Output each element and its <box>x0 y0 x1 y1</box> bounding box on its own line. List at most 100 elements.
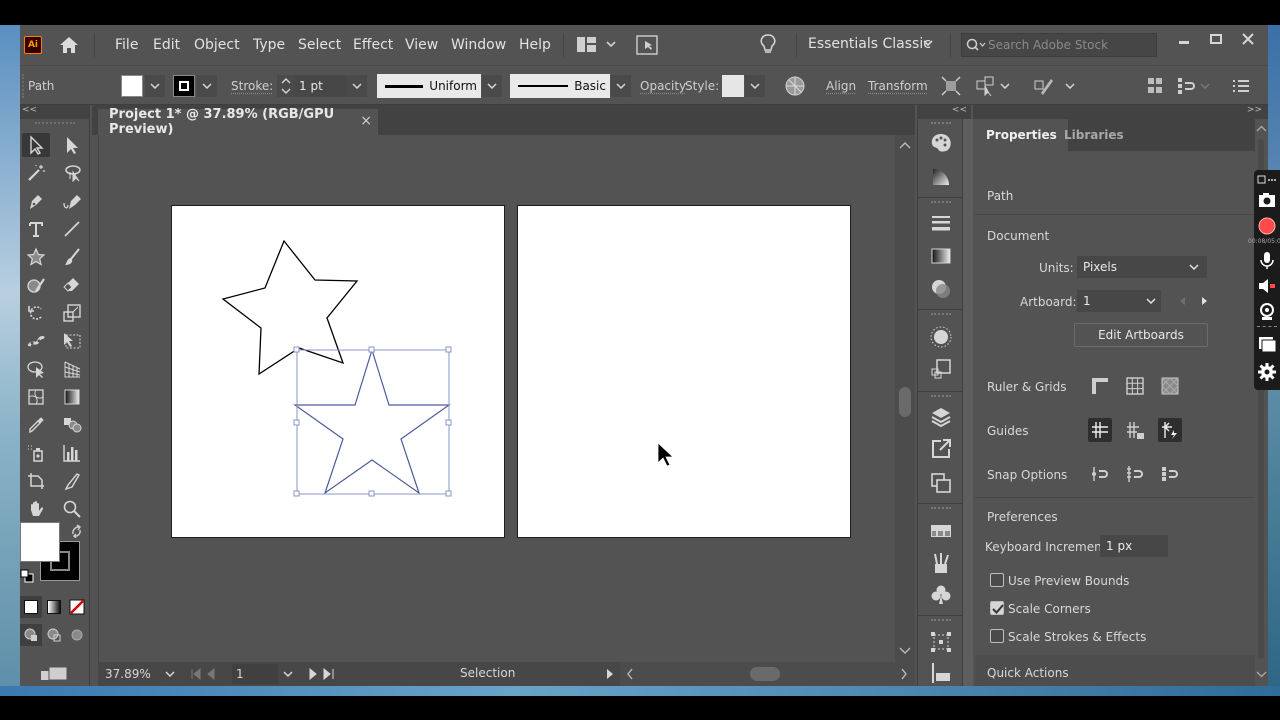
default-fill-stroke-icon[interactable] <box>20 569 34 583</box>
tool-star[interactable] <box>22 245 50 269</box>
search-adobe-stock-input[interactable]: Search Adobe Stock <box>961 33 1157 57</box>
layers-icon[interactable] <box>929 405 953 429</box>
scroll-left-icon[interactable] <box>626 668 634 680</box>
rulers-button[interactable] <box>1088 374 1112 398</box>
edit-toolbar-icon[interactable] <box>1033 75 1055 97</box>
vertical-scroll-thumb[interactable] <box>899 387 911 417</box>
panel-grip[interactable] <box>22 74 24 98</box>
change-screen-mode-icon[interactable] <box>40 666 68 680</box>
settings-gear-icon[interactable] <box>1257 362 1277 382</box>
maximize-button[interactable] <box>1202 29 1230 49</box>
arrange-documents-icon[interactable] <box>576 36 620 54</box>
graphic-style-swatch[interactable] <box>722 75 744 97</box>
smart-guides-button[interactable] <box>1158 418 1182 442</box>
stroke-weight-dropdown[interactable] <box>347 75 367 97</box>
color-guide-icon[interactable] <box>929 165 953 189</box>
scale-corners-checkbox[interactable] <box>990 601 1004 615</box>
touch-workspace-icon[interactable] <box>636 35 658 55</box>
tool-gradient[interactable] <box>58 385 86 409</box>
horizontal-scrollbar[interactable] <box>620 662 915 686</box>
tool-scale[interactable] <box>58 301 86 325</box>
scale-strokes-effects-checkbox[interactable] <box>990 629 1004 643</box>
properties-collapse-button[interactable]: >> <box>973 105 1268 119</box>
next-artboard-icon[interactable] <box>1201 296 1209 306</box>
tool-curvature[interactable] <box>58 189 86 213</box>
style-dropdown[interactable] <box>745 75 765 97</box>
grid-button[interactable] <box>1123 374 1147 398</box>
menu-window[interactable]: Window <box>451 37 506 53</box>
menu-type[interactable]: Type <box>253 37 285 53</box>
minimize-button[interactable] <box>1170 29 1198 49</box>
menu-effect[interactable]: Effect <box>353 37 393 53</box>
tool-type[interactable] <box>22 217 50 241</box>
fill-color-box[interactable] <box>20 522 60 562</box>
opacity-link[interactable]: Opacity <box>640 79 686 93</box>
tool-eyedropper[interactable] <box>22 413 50 437</box>
artboard-select[interactable]: 1 <box>1077 290 1141 312</box>
close-button[interactable] <box>1234 29 1262 49</box>
color-mode-button[interactable] <box>20 596 42 618</box>
fill-swatch[interactable] <box>121 75 143 97</box>
tool-selection[interactable] <box>22 133 50 157</box>
export-assets-icon[interactable] <box>929 437 953 461</box>
snap-to-point-button[interactable] <box>1088 462 1112 486</box>
symbols-icon[interactable] <box>929 583 953 607</box>
brush-definition-select[interactable]: Basic <box>510 74 610 98</box>
speaker-muted-icon[interactable] <box>1257 276 1277 296</box>
artboard-navigation-input[interactable]: 1 <box>232 664 278 684</box>
keyboard-increment-input[interactable]: 1 px <box>1100 535 1168 557</box>
transparency-panel-icon[interactable] <box>929 277 953 301</box>
chevron-down-icon[interactable] <box>1065 83 1075 89</box>
windows-icon[interactable] <box>1257 334 1277 354</box>
zoom-dropdown-icon[interactable] <box>165 671 175 677</box>
tool-rotate[interactable] <box>22 301 50 325</box>
tool-direct-selection[interactable] <box>58 133 86 157</box>
chevron-down-icon[interactable] <box>1000 83 1010 89</box>
tool-zoom[interactable] <box>58 497 86 521</box>
chevron-down-icon[interactable] <box>923 39 933 47</box>
appearance-panel-icon[interactable] <box>929 325 953 349</box>
scroll-right-icon[interactable] <box>900 668 908 680</box>
show-guides-button[interactable] <box>1088 418 1112 442</box>
record-button-icon[interactable] <box>1257 216 1277 236</box>
recolor-artwork-icon[interactable] <box>784 75 806 97</box>
transform-panel-icon[interactable] <box>929 630 953 654</box>
swatches-icon[interactable] <box>929 519 953 543</box>
panel-grip[interactable] <box>35 122 75 126</box>
camera-icon[interactable] <box>1257 190 1277 210</box>
snap-to-grid-button[interactable] <box>1123 462 1147 486</box>
close-document-icon[interactable]: × <box>360 113 372 129</box>
stroke-panel-icon[interactable] <box>929 211 953 235</box>
document-tab[interactable]: Project 1* @ 37.89% (RGB/GPU Preview) × <box>98 107 378 137</box>
panel-grip[interactable] <box>931 395 951 399</box>
stroke-label[interactable]: Stroke: <box>231 79 273 93</box>
units-select[interactable]: Pixels <box>1077 256 1207 278</box>
tool-paintbrush[interactable] <box>58 245 86 269</box>
tool-shape-builder[interactable] <box>22 357 50 381</box>
draw-behind-button[interactable] <box>43 624 65 646</box>
brush-dropdown[interactable] <box>611 75 631 97</box>
gradient-panel-icon[interactable] <box>929 244 953 268</box>
scroll-down-icon[interactable] <box>1256 671 1267 678</box>
use-preview-bounds-checkbox[interactable] <box>990 573 1004 587</box>
tool-lasso[interactable] <box>58 161 86 185</box>
transform-link[interactable]: Transform <box>868 79 928 93</box>
star-shape-unselected[interactable] <box>221 239 359 376</box>
stroke-swatch[interactable] <box>173 75 195 97</box>
toolbar-collapse-button[interactable]: << <box>20 105 90 119</box>
tool-puppet-warp[interactable] <box>22 329 50 353</box>
first-previous-artboard-icons[interactable] <box>190 668 220 680</box>
next-last-artboard-icons[interactable] <box>308 668 338 680</box>
tool-symbol-sprayer[interactable] <box>22 441 50 465</box>
snap-to-pixel-button[interactable] <box>1158 462 1182 486</box>
canvas[interactable] <box>98 135 895 662</box>
draw-normal-button[interactable] <box>20 624 42 646</box>
tool-mesh[interactable] <box>22 385 50 409</box>
stroke-weight-stepper[interactable] <box>277 75 295 97</box>
gradient-mode-button[interactable] <box>43 596 65 618</box>
menu-edit[interactable]: Edit <box>153 37 180 53</box>
quick-actions-section[interactable]: Quick Actions <box>975 655 1255 686</box>
panel-menu-icon[interactable] <box>1230 75 1252 97</box>
tool-pen[interactable] <box>22 189 50 213</box>
dock-collapse-button[interactable]: << <box>917 105 971 119</box>
